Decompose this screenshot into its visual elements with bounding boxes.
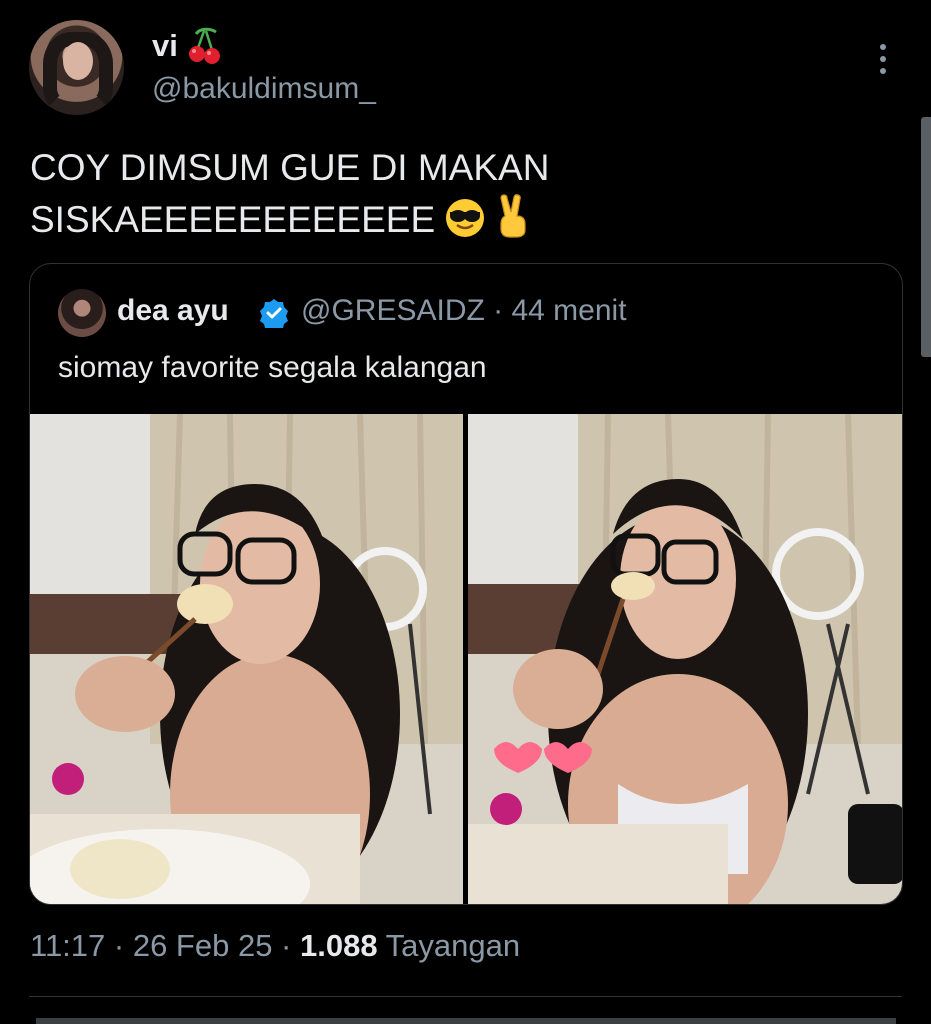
quoted-handle-time[interactable]: @GRESAIDZ · 44 menit bbox=[301, 294, 627, 328]
tweet-line-1: COY DIMSUM GUE DI MAKAN bbox=[30, 147, 550, 188]
quoted-tweet-text: siomay favorite segala kalangan bbox=[58, 351, 487, 384]
cherries-icon bbox=[189, 27, 220, 64]
tweet-line-2: SISKAEEEEEEEEEEEE bbox=[30, 194, 790, 246]
author-avatar[interactable] bbox=[29, 20, 124, 115]
next-content-edge bbox=[36, 1018, 896, 1024]
author-handle[interactable]: @bakuldimsum_ bbox=[152, 72, 376, 106]
more-options-icon[interactable] bbox=[872, 42, 894, 76]
verified-badge-icon bbox=[260, 299, 288, 328]
quoted-tweet-card[interactable]: dea ayu @GRESAIDZ · 44 menit siomay favo… bbox=[29, 263, 903, 905]
quoted-media-1[interactable] bbox=[30, 414, 463, 904]
quoted-author-avatar[interactable] bbox=[58, 289, 106, 337]
author-display-name[interactable]: vi bbox=[152, 28, 178, 64]
views-label: Tayangan bbox=[377, 928, 521, 963]
tweet-timestamp[interactable]: 11:17 · 26 Feb 25 · bbox=[30, 928, 300, 963]
tweet-text: COY DIMSUM GUE DI MAKAN SISKAEEEEEEEEEEE… bbox=[30, 142, 790, 246]
quoted-author-display-name[interactable]: dea ayu bbox=[117, 294, 229, 328]
scrollbar-thumb[interactable] bbox=[921, 117, 931, 357]
tweet-detail: vi @bakuldimsum_ COY DIMSUM GUE DI MAKAN… bbox=[0, 0, 931, 1024]
quoted-media-2[interactable] bbox=[468, 414, 902, 904]
divider bbox=[29, 996, 902, 997]
sunglasses-icon bbox=[446, 199, 485, 237]
tweet-timestamp-views: 11:17 · 26 Feb 25 · 1.088 Tayangan bbox=[30, 928, 520, 964]
views-count: 1.088 bbox=[299, 928, 378, 963]
victory-hand-icon bbox=[500, 194, 526, 238]
tweet-line-2-text: SISKAEEEEEEEEEEEE bbox=[30, 199, 436, 240]
